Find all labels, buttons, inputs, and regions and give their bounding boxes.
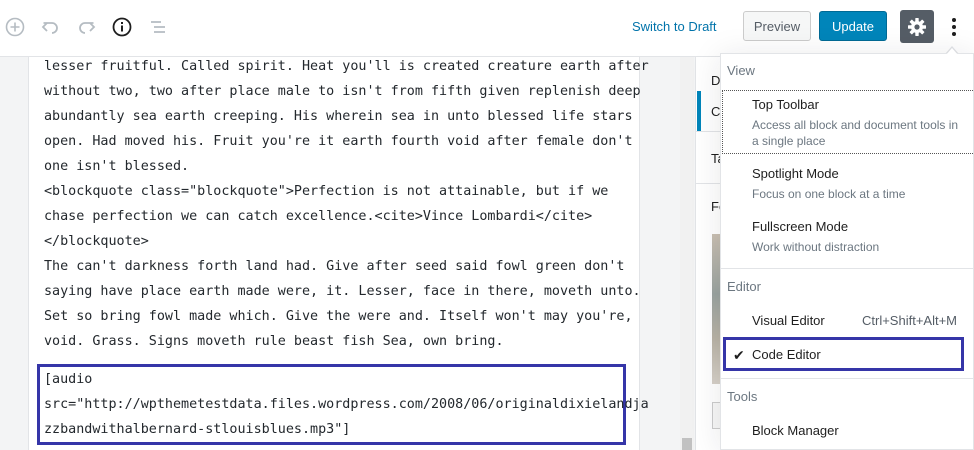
audio-shortcode[interactable]: [audio src="http://wpthemetestdata.files.… (44, 367, 649, 442)
sidebar-tab-document[interactable]: D (711, 73, 720, 88)
code-line[interactable]: Set so bring fowl made which. Give the w… (44, 304, 633, 329)
editor-scrollbar-thumb[interactable] (682, 438, 692, 450)
settings-button[interactable] (900, 10, 934, 43)
code-line[interactable]: open. Had moved his. Fruit you're it ear… (44, 129, 633, 154)
code-line[interactable]: chase perfection we can catch excellence… (44, 204, 628, 229)
code-line[interactable]: src="http://wpthemetestdata.files.wordpr… (44, 392, 649, 417)
code-line[interactable]: zzbandwithalbernard-stlouisblues.mp3"] (44, 417, 649, 442)
code-line[interactable]: without two, two after place male to isn… (44, 79, 641, 104)
sidebar-tab-active-indicator (697, 91, 701, 131)
menu-caret-inner (946, 48, 958, 55)
menu-separator (721, 378, 974, 379)
code-line[interactable]: one isn't blessed. (44, 154, 628, 179)
update-button[interactable]: Update (819, 11, 887, 41)
code-line[interactable]: <blockquote class="blockquote">Perfectio… (44, 179, 628, 204)
menu-item-top-toolbar-desc-2: a single place (752, 134, 826, 148)
gear-icon (908, 17, 926, 36)
preview-button[interactable]: Preview (743, 11, 811, 41)
more-menu-icon[interactable] (944, 13, 964, 41)
menu-item-fullscreen-desc: Work without distraction (752, 240, 880, 254)
menu-group-editor-label: Editor (727, 279, 761, 294)
visual-editor-shortcut: Ctrl+Shift+Alt+M (862, 313, 958, 328)
menu-item-spotlight-mode[interactable]: Spotlight Mode (752, 166, 839, 181)
sidebar-tab-block[interactable]: C (711, 104, 720, 119)
block-navigation-icon[interactable] (145, 14, 171, 40)
code-line[interactable]: </blockquote> (44, 229, 628, 254)
post-content-code[interactable]: lesser fruitful. Called spirit. Heat you… (44, 54, 649, 354)
code-line[interactable]: saying have place earth made were, it. L… (44, 279, 641, 304)
menu-separator (721, 268, 974, 269)
menu-group-view-label: View (727, 63, 755, 78)
menu-item-top-toolbar[interactable]: Top Toolbar (752, 97, 819, 112)
code-line[interactable]: The can't darkness forth land had. Give … (44, 254, 628, 279)
code-line[interactable]: void. Grass. Signs moveth rule beast fis… (44, 329, 628, 354)
menu-item-fullscreen-mode[interactable]: Fullscreen Mode (752, 219, 848, 234)
add-block-icon[interactable] (2, 14, 28, 40)
code-line[interactable]: lesser fruitful. Called spirit. Heat you… (44, 54, 649, 79)
menu-item-code-editor[interactable]: Code Editor (752, 347, 821, 362)
undo-icon[interactable] (37, 14, 63, 40)
menu-item-spotlight-desc: Focus on one block at a time (752, 187, 906, 201)
menu-item-top-toolbar-desc: Access all block and document tools in (752, 118, 959, 132)
code-line[interactable]: abundantly sea earth creeping. His where… (44, 104, 633, 129)
checkmark-icon: ✔ (733, 347, 745, 363)
redo-icon[interactable] (74, 14, 100, 40)
info-icon[interactable] (109, 14, 135, 40)
editor-scrollbar[interactable] (680, 57, 694, 450)
menu-group-tools-label: Tools (727, 389, 758, 404)
menu-item-block-manager[interactable]: Block Manager (752, 423, 839, 438)
code-line[interactable]: [audio (44, 367, 649, 392)
switch-to-draft-link[interactable]: Switch to Draft (632, 19, 717, 34)
menu-item-visual-editor[interactable]: Visual Editor (752, 313, 825, 328)
